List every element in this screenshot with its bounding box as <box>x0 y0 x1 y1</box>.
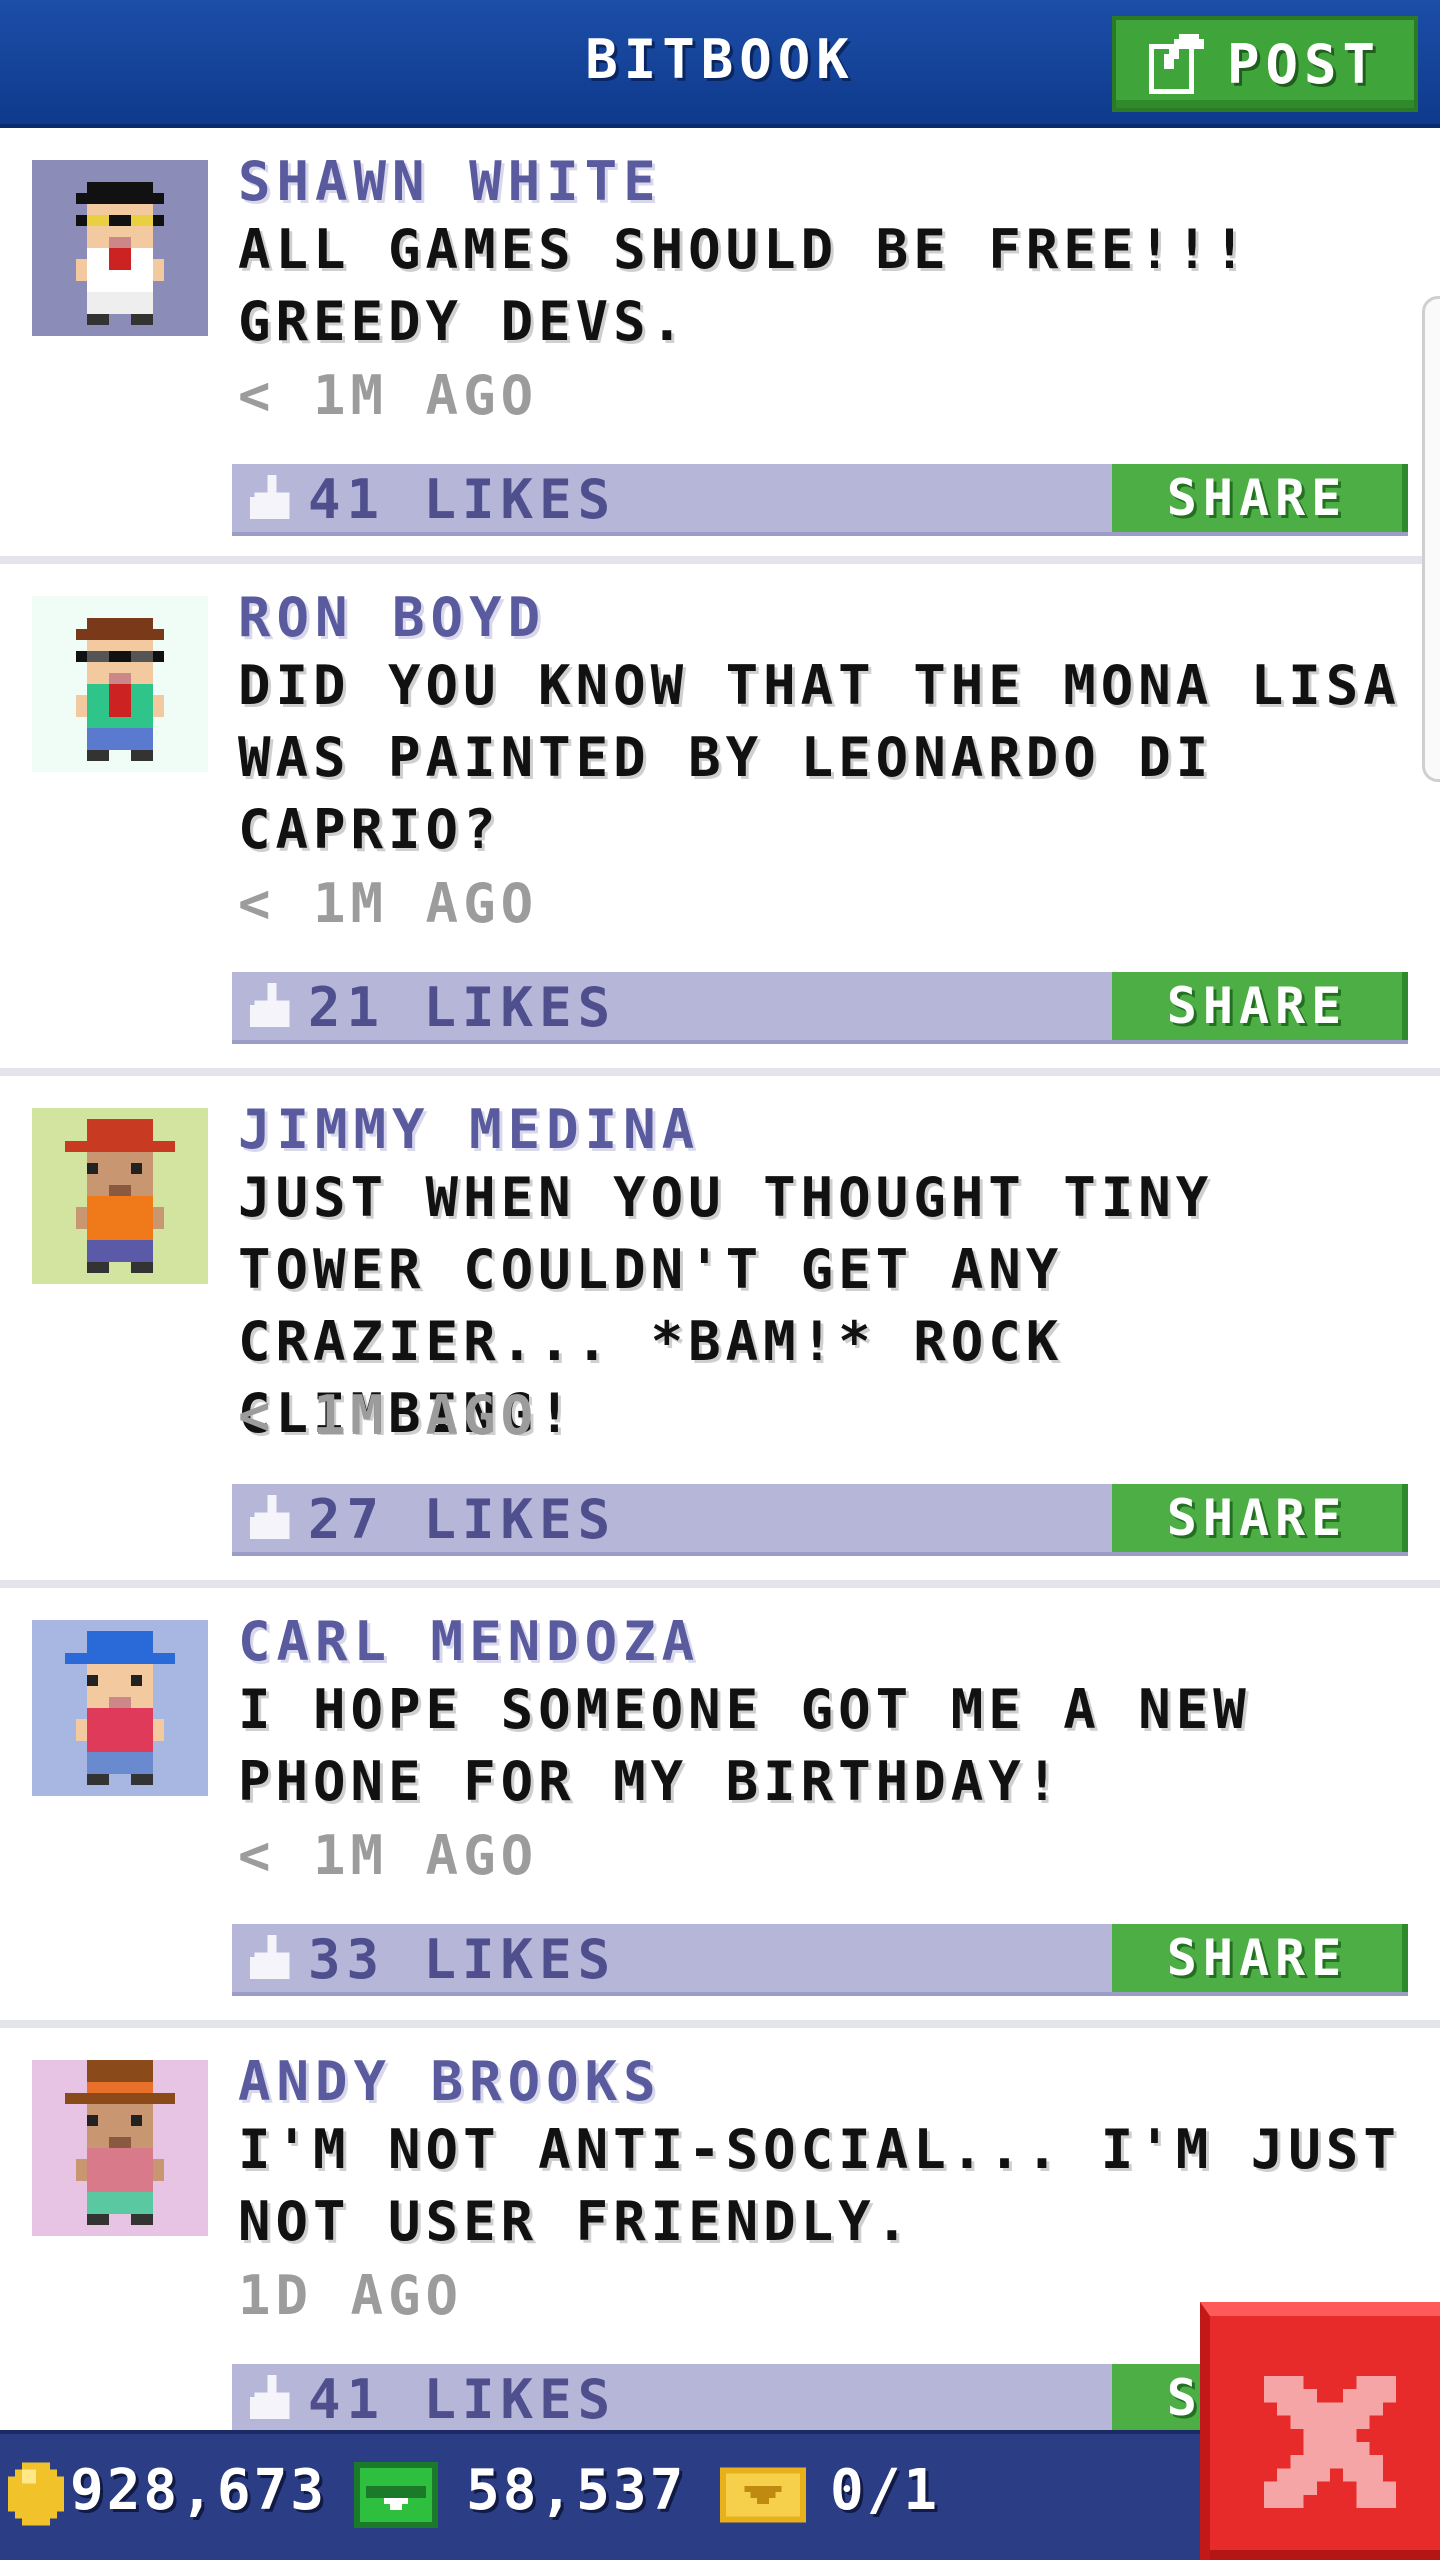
likes-count[interactable]: 33 LIKES <box>308 1928 616 1991</box>
thumbs-up-icon <box>250 2374 290 2419</box>
feed-post: RON BOYD DID YOU KNOW THAT THE MONA LISA… <box>0 564 1440 1076</box>
tickets-count: 0/1 <box>830 2458 941 2523</box>
share-button[interactable]: SHARE <box>1112 1484 1408 1552</box>
feed-post: JIMMY MEDINA JUST WHEN YOU THOUGHT TINY … <box>0 1076 1440 1588</box>
likes-count[interactable]: 27 LIKES <box>308 1488 616 1551</box>
share-button[interactable]: SHARE <box>1112 972 1408 1040</box>
coins-count: 928,673 <box>70 2458 328 2523</box>
avatar-image <box>32 596 208 772</box>
post-time: < 1M AGO <box>238 1824 539 1887</box>
likes-count[interactable]: 41 LIKES <box>308 468 616 531</box>
post-button-label: POST <box>1226 32 1382 96</box>
likes-bar: 27 LIKES SHARE <box>232 1484 1408 1556</box>
post-message: ALL GAMES SHOULD BE FREE!!! GREEDY DEVS. <box>238 218 1251 353</box>
likes-bar: 33 LIKES SHARE <box>232 1924 1408 1996</box>
bux-count: 58,537 <box>466 2458 687 2523</box>
likes-count[interactable]: 21 LIKES <box>308 976 616 1039</box>
edit-icon <box>1148 34 1204 94</box>
post-author[interactable]: CARL MENDOZA <box>238 1610 700 1673</box>
feed-post: CARL MENDOZA I HOPE SOMEONE GOT ME A NEW… <box>0 1588 1440 2028</box>
post-message: DID YOU KNOW THAT THE MONA LISA WAS PAIN… <box>238 654 1401 861</box>
coin-icon <box>8 2462 64 2526</box>
post-time: < 1M AGO <box>238 1384 539 1447</box>
post-author[interactable]: JIMMY MEDINA <box>238 1098 700 1161</box>
post-button[interactable]: POST <box>1112 16 1418 112</box>
feed-post: SHAWN WHITE ALL GAMES SHOULD BE FREE!!! … <box>0 128 1440 564</box>
likes-bar: 21 LIKES SHARE <box>232 972 1408 1044</box>
post-message: I'M NOT ANTI-SOCIAL... I'M JUST NOT USER… <box>238 2118 1401 2253</box>
share-button[interactable]: SHARE <box>1112 464 1408 532</box>
avatar-image <box>32 1108 208 1284</box>
post-time: < 1M AGO <box>238 872 539 935</box>
likes-count[interactable]: 41 LIKES <box>308 2368 616 2431</box>
avatar-image <box>32 2060 208 2236</box>
avatar-carl-mendoza[interactable] <box>32 1620 208 1796</box>
avatar-image <box>32 160 208 336</box>
ticket-icon <box>720 2467 806 2523</box>
bux-icon <box>354 2462 438 2528</box>
post-author[interactable]: ANDY BROOKS <box>238 2050 662 2113</box>
share-button[interactable]: SHARE <box>1112 1924 1408 1992</box>
app-header: BITBOOK POST <box>0 0 1440 128</box>
post-author[interactable]: RON BOYD <box>238 586 546 649</box>
post-author[interactable]: SHAWN WHITE <box>238 150 662 213</box>
bitbook-feed[interactable]: SHAWN WHITE ALL GAMES SHOULD BE FREE!!! … <box>0 128 1440 2468</box>
thumbs-up-icon <box>250 474 290 519</box>
avatar-ron-boyd[interactable] <box>32 596 208 772</box>
close-icon <box>1264 2376 1396 2508</box>
thumbs-up-icon <box>250 1934 290 1979</box>
avatar-andy-brooks[interactable] <box>32 2060 208 2236</box>
avatar-image <box>32 1620 208 1796</box>
feed-scrollbar[interactable] <box>1422 296 1440 782</box>
post-message: I HOPE SOMEONE GOT ME A NEW PHONE FOR MY… <box>238 1678 1251 1813</box>
thumbs-up-icon <box>250 1494 290 1539</box>
close-button[interactable] <box>1200 2302 1440 2560</box>
post-time: < 1M AGO <box>238 364 539 427</box>
avatar-shawn-white[interactable] <box>32 160 208 336</box>
likes-bar: 41 LIKES SHARE <box>232 464 1408 536</box>
thumbs-up-icon <box>250 982 290 1027</box>
avatar-jimmy-medina[interactable] <box>32 1108 208 1284</box>
post-time: 1D AGO <box>238 2264 464 2327</box>
